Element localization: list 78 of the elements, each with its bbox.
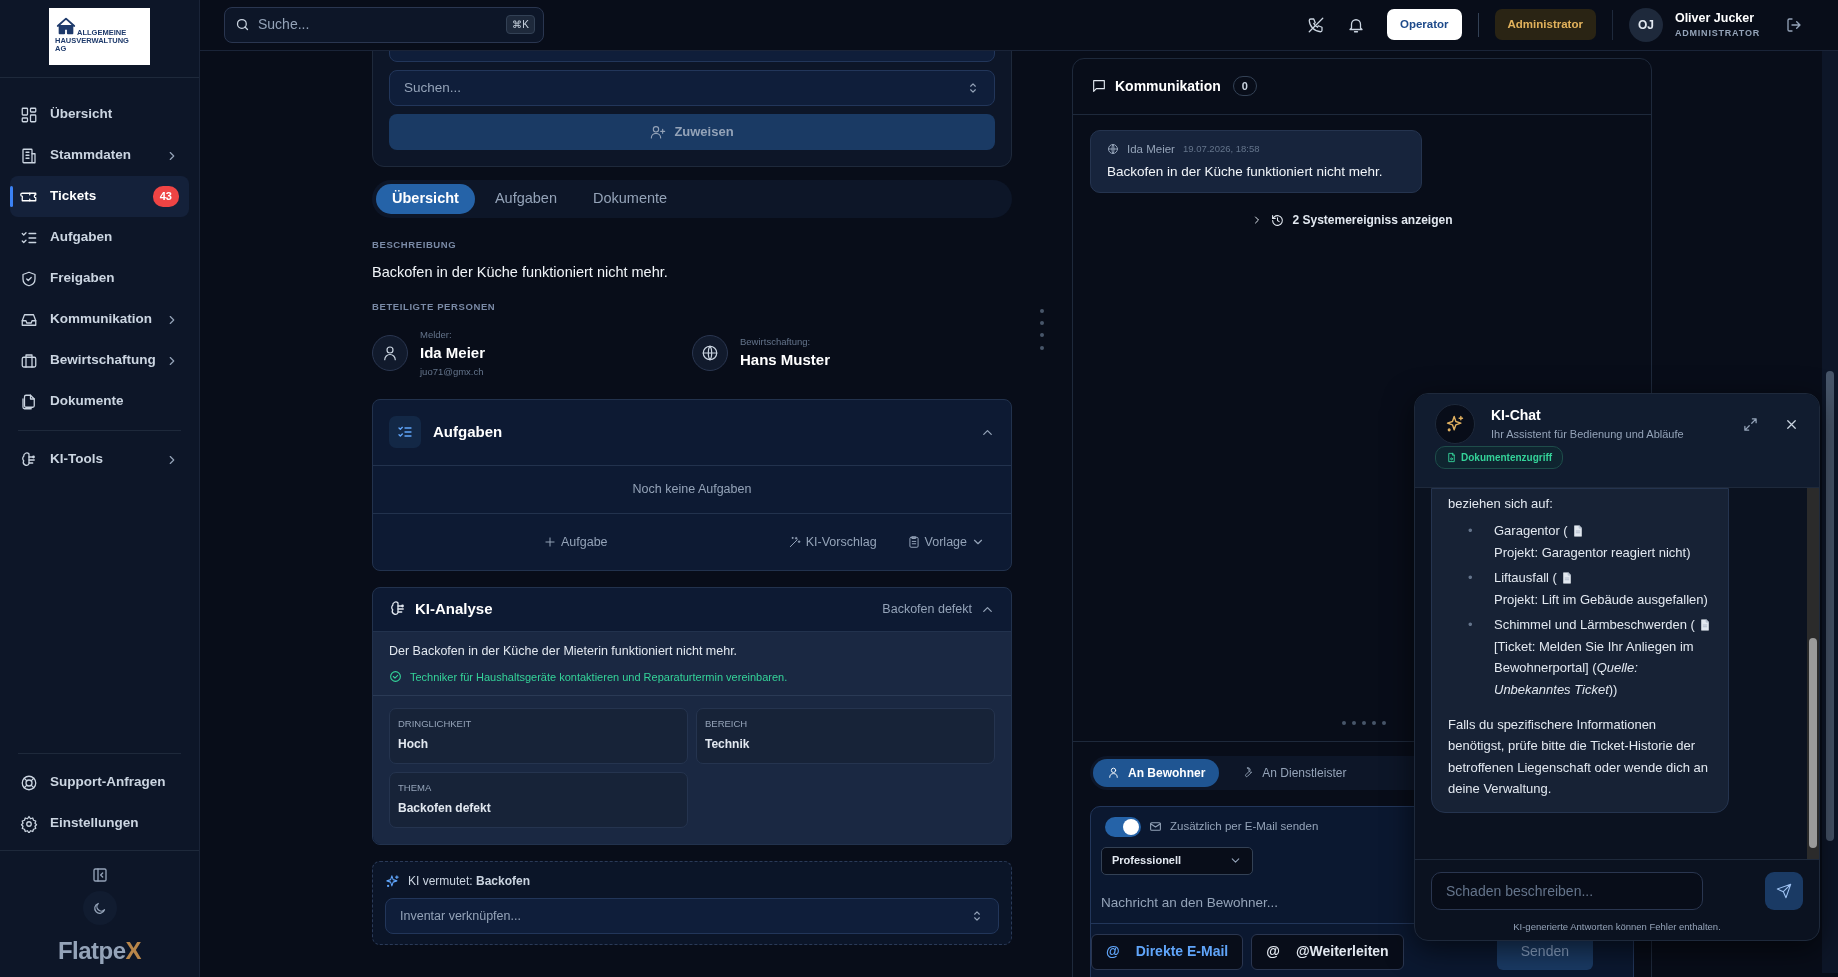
nav-item[interactable]: Bewirtschaftung <box>10 340 189 381</box>
search-field[interactable]: Suche... ⌘K <box>224 6 544 43</box>
message-text: beziehen sich auf: <box>1448 495 1554 513</box>
nav-item[interactable]: Dokumente <box>10 381 189 422</box>
person-role: Bewirtschaftung: <box>740 335 812 350</box>
bullet: • <box>1468 616 1474 635</box>
chat-title: KI-Chat <box>1491 406 1542 426</box>
role-button[interactable]: Operator <box>1386 9 1462 41</box>
nav-item[interactable]: Kommunikation <box>10 299 189 340</box>
tab[interactable]: An Dienstleister <box>1227 758 1361 787</box>
nav-item[interactable]: Aufgaben <box>10 217 189 258</box>
bullet: • <box>1468 569 1474 588</box>
shortcut-hint: ⌘K <box>506 15 535 35</box>
field-label: THEMA <box>398 781 433 796</box>
section-label: BETEILIGTE PERSONEN <box>372 299 497 314</box>
role-button[interactable]: Administrator <box>1494 9 1596 41</box>
inventory-select[interactable]: Inventar verknüpfen... <box>385 898 999 935</box>
chat-input[interactable]: Schaden beschreiben... <box>1431 872 1703 910</box>
suggestion-text: KI vermutet: Backofen <box>408 873 531 891</box>
summary-text: Der Backofen in der Küche der Mieterin funktioniert nicht mehr. <box>389 642 739 660</box>
section-label: BESCHREIBUNG <box>372 237 458 252</box>
access-badge: Dokumentenzugriff <box>1435 446 1564 469</box>
nav-item[interactable]: Support-Anfragen <box>10 762 189 803</box>
panel-title: Aufgaben <box>433 422 504 443</box>
action-link[interactable]: KI-Vorschlag <box>787 532 877 552</box>
panel-title: Kommunikation <box>1115 76 1221 96</box>
message-time: 19.07.2026, 18:58 <box>1182 142 1260 157</box>
bullet: • <box>1468 522 1474 541</box>
field-value: Backofen defekt <box>398 800 492 818</box>
nav-item[interactable]: Tickets 43 <box>10 176 189 217</box>
person-email: juo71@gmx.ch <box>420 364 485 379</box>
tab[interactable]: Dokumente <box>577 183 684 214</box>
empty-state-text: Noch keine Aufgaben <box>632 481 752 499</box>
person-role: Melder: <box>420 327 453 342</box>
list-item-text: Liftausfall ( <box>1494 569 1557 588</box>
at-icon: @ <box>1266 941 1280 963</box>
field-label: BEREICH <box>705 717 749 732</box>
list-item-text: Garagentor ( <box>1494 522 1568 541</box>
field-value: Technik <box>705 736 751 754</box>
field-value: Hoch <box>398 736 429 754</box>
action-link[interactable]: Aufgabe <box>543 532 608 552</box>
system-events-toggle[interactable]: 2 Systemereigniss anzeigen <box>1251 211 1453 230</box>
tab[interactable]: Übersicht <box>376 183 475 214</box>
user-avatar[interactable]: OJ <box>1628 7 1663 42</box>
action-button[interactable]: @ Direkte E-Mail <box>1091 933 1244 970</box>
person-name: Hans Muster <box>740 350 831 371</box>
nav-item[interactable]: Einstellungen <box>10 803 189 844</box>
user-role: ADMINISTRATOR <box>1674 27 1760 41</box>
chat-subtitle: Ihr Assistent für Bedienung und Abläufe <box>1491 427 1685 443</box>
nav-item[interactable]: Übersicht <box>10 94 189 135</box>
message-text: Backofen in der Küche funktioniert nicht mehr. <box>1107 162 1384 181</box>
nav-item[interactable]: Freigaben <box>10 258 189 299</box>
brand-logo: FlatpeX <box>57 936 142 966</box>
assign-button[interactable]: Zuweisen <box>389 113 995 150</box>
assignee-select[interactable]: Suchen... <box>389 69 995 106</box>
list-item-text: Projekt: Garagentor reagiert nicht) <box>1494 543 1692 562</box>
field-label: DRINGLICHKEIT <box>398 717 473 732</box>
nav-item[interactable]: KI-Tools <box>10 439 189 480</box>
tone-select[interactable]: Professionell <box>1101 846 1253 875</box>
tab[interactable]: Aufgaben <box>478 183 573 214</box>
count-badge: 43 <box>152 186 179 207</box>
recommendation-text: Techniker für Haushaltsgeräte kontaktieren und Reparaturtermin vereinbaren. <box>410 669 788 685</box>
message-text: Falls du spezifischere Informationen benötigst, prüfe bitte die Ticket-Historie der betroffenen Liegenschaft oder wende dich an deine Verwaltung. <box>1448 715 1709 799</box>
nav-item[interactable]: Stammdaten <box>10 135 189 176</box>
description-text: Backofen in der Küche funktioniert nicht mehr. <box>372 262 669 282</box>
topic-label: Backofen defekt <box>882 601 972 619</box>
toggle-label: Zusätzlich per E-Mail senden <box>1170 819 1319 835</box>
message-author: Ida Meier <box>1127 141 1175 157</box>
tab[interactable]: An Bewohner <box>1093 758 1220 787</box>
panel-title: KI-Analyse <box>415 599 494 620</box>
action-button[interactable]: @ @Weiterleiten <box>1251 933 1404 970</box>
list-item-text: Schimmel und Lärmbeschwerden ( <box>1494 616 1695 635</box>
action-link[interactable]: Vorlage <box>906 532 985 552</box>
list-item-text: Projekt: Lift im Gebäude ausgefallen) <box>1494 590 1709 609</box>
at-icon: @ <box>1106 941 1120 963</box>
user-name: Oliver Jucker <box>1674 9 1756 27</box>
person-name: Ida Meier <box>420 343 486 364</box>
list-item-text: [Ticket: Melden Sie Ihr Anliegen im Bewohnerportal] (Quelle: Unbekanntes Ticket)) <box>1494 637 1695 699</box>
